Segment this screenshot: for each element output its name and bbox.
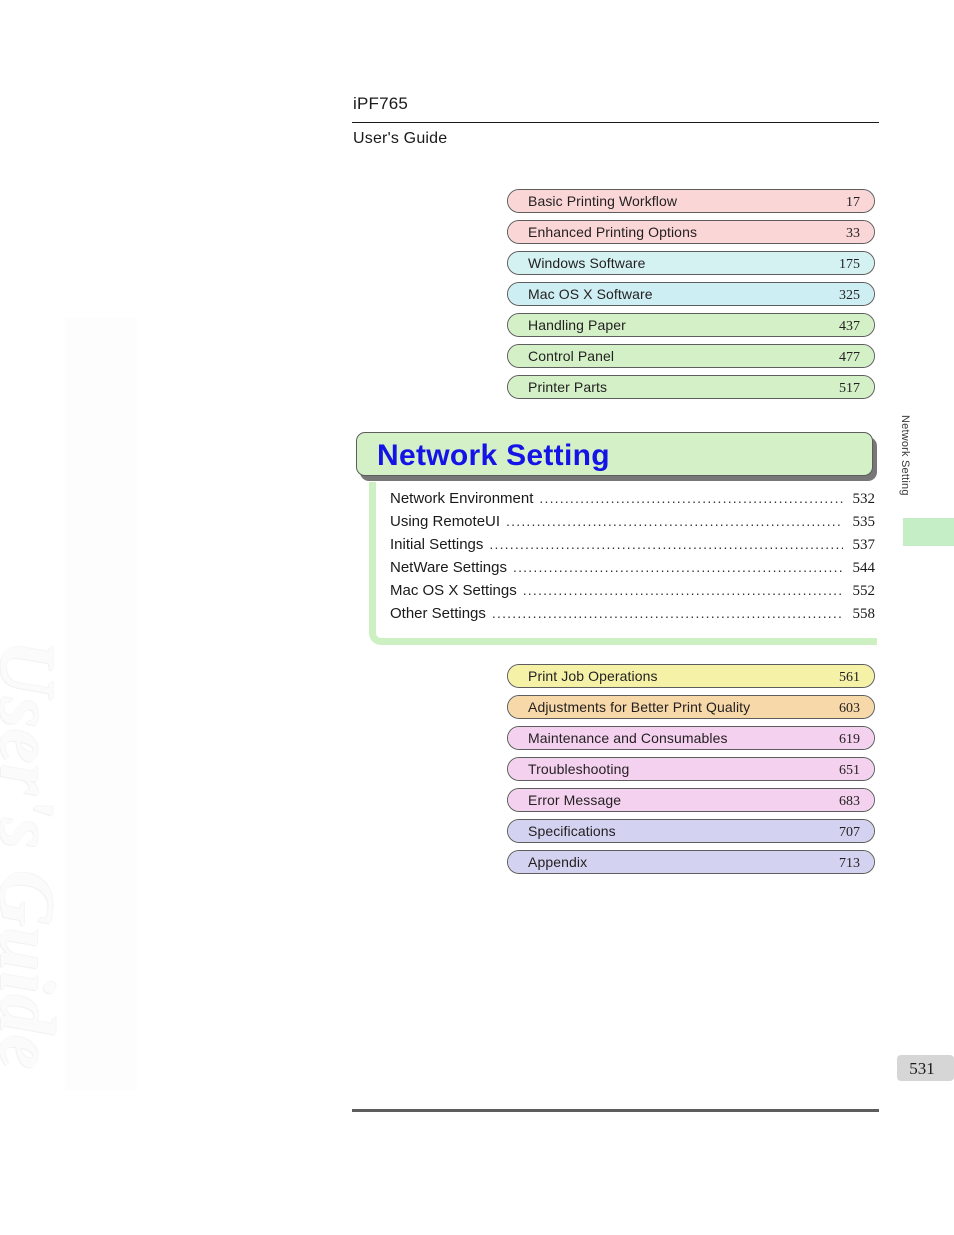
chapter-pill[interactable]: Windows Software 175	[507, 251, 875, 275]
chapter-pill-page: 325	[839, 288, 860, 303]
toc-entry-page: 537	[852, 537, 876, 553]
chapter-pill-label: Maintenance and Consumables	[528, 730, 728, 746]
toc-entry-name: NetWare Settings	[390, 559, 507, 576]
chapter-pill[interactable]: Mac OS X Software 325	[507, 282, 875, 306]
footer-divider	[352, 1109, 879, 1112]
toc-entry[interactable]: Other Settings..........................…	[376, 605, 877, 628]
chapter-pill[interactable]: Troubleshooting 651	[507, 757, 875, 781]
chapter-pill-page: 175	[839, 257, 860, 272]
chapter-pill-label: Windows Software	[528, 255, 646, 271]
chapter-pill-page: 683	[839, 794, 860, 809]
toc-entry-name: Network Environment	[390, 490, 534, 507]
toc-dot-leader: ........................................…	[513, 559, 843, 575]
chapter-pill-page: 603	[839, 701, 860, 716]
chapter-pill-page: 517	[839, 381, 860, 396]
header-divider	[352, 122, 879, 123]
toc-entry[interactable]: Initial Settings........................…	[376, 536, 877, 559]
chapter-pill-page: 33	[846, 226, 860, 241]
watermark-text: User's Guide	[0, 640, 71, 1071]
chapter-pill-page: 713	[839, 856, 860, 871]
chapter-pill[interactable]: Maintenance and Consumables 619	[507, 726, 875, 750]
chapter-pill-label: Handling Paper	[528, 317, 626, 333]
chapter-pill-label: Error Message	[528, 792, 622, 808]
chapter-pill-label: Print Job Operations	[528, 668, 658, 684]
chapter-pill-page: 561	[839, 670, 860, 685]
chapter-list-top: Basic Printing Workflow 17 Enhanced Printi…	[507, 189, 875, 406]
toc-entry-name: Initial Settings	[390, 536, 484, 553]
toc-entry-page: 558	[852, 606, 876, 622]
side-tab-label: Network Setting	[899, 415, 911, 496]
toc-entry[interactable]: Using RemoteUI..........................…	[376, 513, 877, 536]
toc-entry-name: Mac OS X Settings	[390, 582, 517, 599]
watermark-background	[65, 318, 137, 1090]
chapter-pill[interactable]: Handling Paper 437	[507, 313, 875, 337]
page-title: iPF765	[353, 94, 409, 113]
page-subtitle: User's Guide	[353, 130, 448, 147]
toc-entry-page: 532	[852, 491, 876, 507]
chapter-pill[interactable]: Basic Printing Workflow 17	[507, 189, 875, 213]
chapter-pill[interactable]: Adjustments for Better Print Quality 603	[507, 695, 875, 719]
chapter-pill-label: Adjustments for Better Print Quality	[528, 699, 751, 715]
toc-dot-leader: ........................................…	[489, 536, 843, 552]
chapter-pill-label: Printer Parts	[528, 379, 608, 395]
toc-dot-leader: ........................................…	[506, 513, 843, 529]
toc-entry[interactable]: Network Environment.....................…	[376, 490, 877, 513]
chapter-pill[interactable]: Control Panel 477	[507, 344, 875, 368]
chapter-table-of-contents: Network Environment.....................…	[369, 482, 877, 645]
chapter-pill[interactable]: Error Message 683	[507, 788, 875, 812]
chapter-pill[interactable]: Enhanced Printing Options 33	[507, 220, 875, 244]
chapter-pill-label: Control Panel	[528, 348, 615, 364]
chapter-pill-page: 707	[839, 825, 860, 840]
chapter-header[interactable]: Network Setting	[356, 432, 873, 476]
chapter-pill-label: Specifications	[528, 823, 616, 839]
chapter-pill-page: 619	[839, 732, 860, 747]
page-number: 531	[909, 1059, 935, 1078]
side-tab-marker	[903, 518, 954, 546]
chapter-pill-label: Basic Printing Workflow	[528, 193, 678, 209]
chapter-pill[interactable]: Print Job Operations 561	[507, 664, 875, 688]
chapter-pill-label: Mac OS X Software	[528, 286, 653, 302]
chapter-pill-page: 437	[839, 319, 860, 334]
chapter-pill-page: 651	[839, 763, 860, 778]
chapter-pill-page: 477	[839, 350, 860, 365]
toc-dot-leader: ........................................…	[539, 490, 843, 506]
chapter-pill[interactable]: Specifications 707	[507, 819, 875, 843]
manual-page: User's Guide iPF765 User's Guide Basic P…	[0, 0, 954, 1235]
toc-entry-page: 544	[852, 560, 876, 576]
toc-entry-name: Other Settings	[390, 605, 486, 622]
page-number-badge: 531	[897, 1055, 954, 1081]
toc-entry-page: 535	[852, 514, 876, 530]
chapter-pill-label: Troubleshooting	[528, 761, 630, 777]
toc-entry[interactable]: NetWare Settings........................…	[376, 559, 877, 582]
toc-entry-page: 552	[852, 583, 876, 599]
toc-dot-leader: ........................................…	[491, 605, 843, 621]
toc-entry[interactable]: Mac OS X Settings.......................…	[376, 582, 877, 605]
chapter-pill-label: Appendix	[528, 854, 588, 870]
chapter-pill-page: 17	[846, 195, 860, 210]
toc-dot-leader: ........................................…	[522, 582, 843, 598]
chapter-pill[interactable]: Appendix 713	[507, 850, 875, 874]
chapter-pill-label: Enhanced Printing Options	[528, 224, 698, 240]
chapter-title: Network Setting	[377, 439, 610, 472]
toc-entry-name: Using RemoteUI	[390, 513, 501, 530]
chapter-pill[interactable]: Printer Parts 517	[507, 375, 875, 399]
chapter-list-bottom: Print Job Operations 561 Adjustments for B…	[507, 664, 875, 881]
